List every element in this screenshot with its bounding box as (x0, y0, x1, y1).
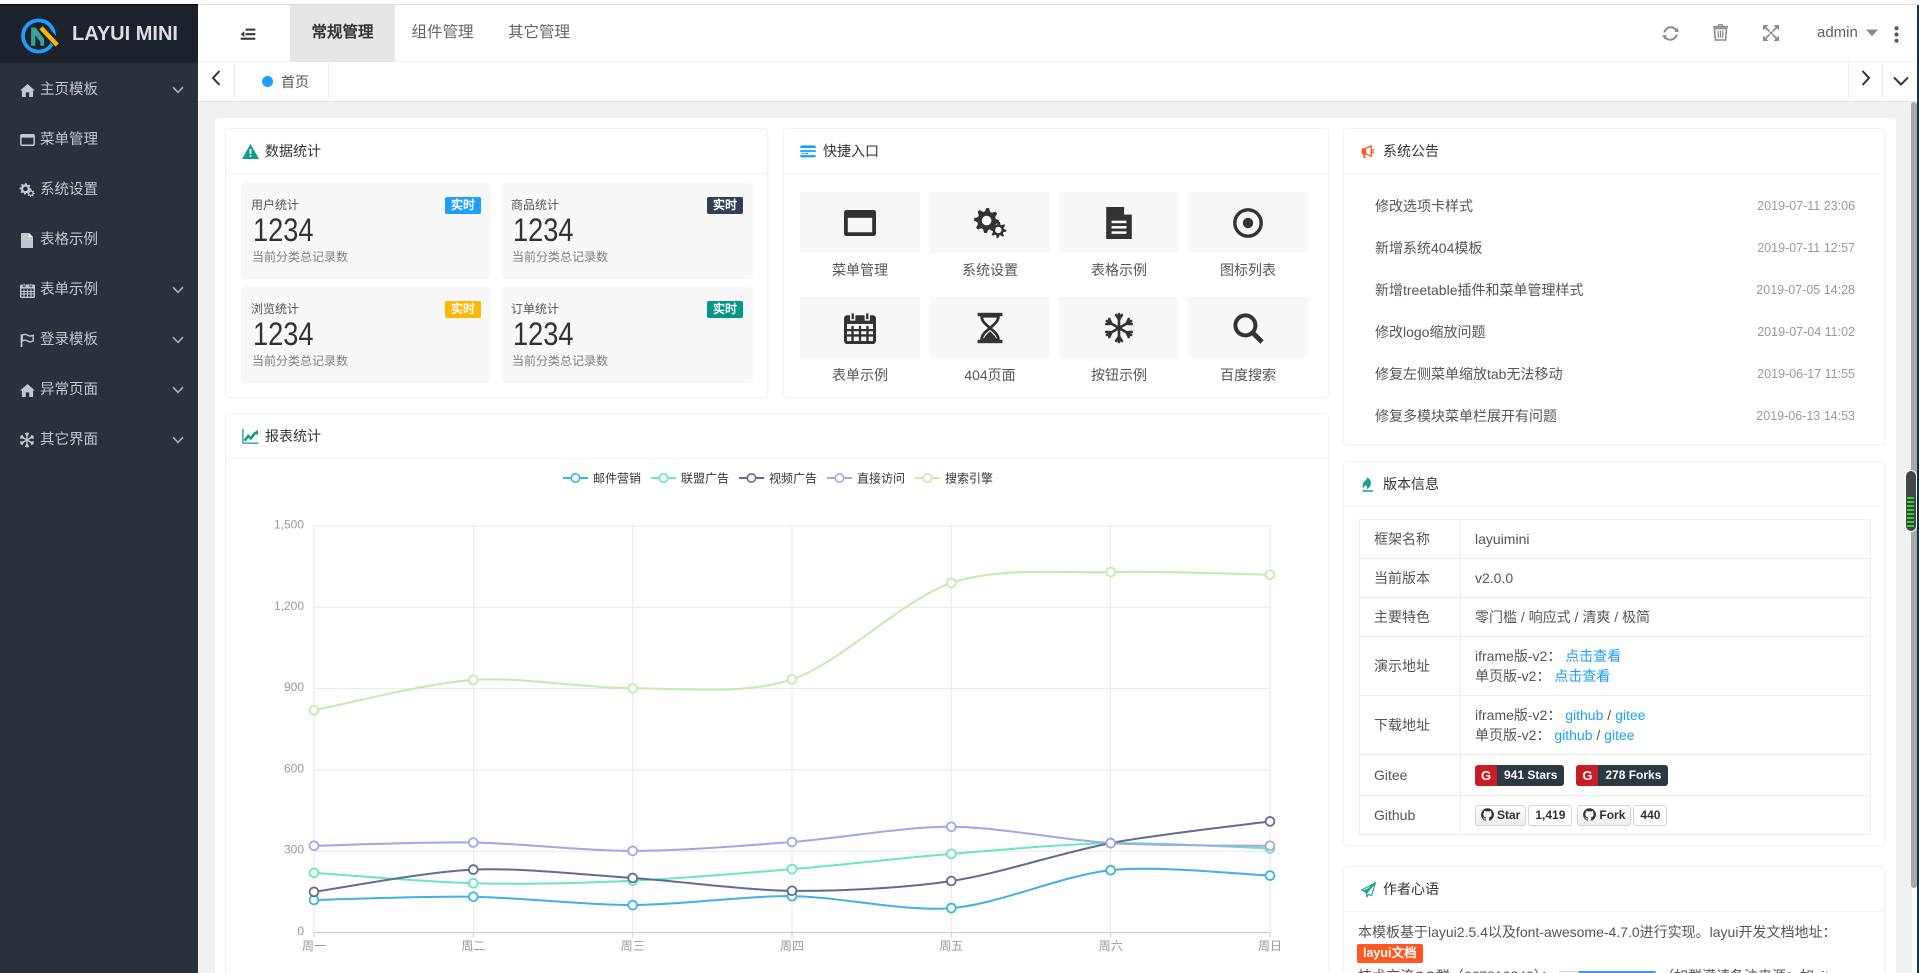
svg-text:搜索引擎: 搜索引擎 (945, 471, 993, 486)
svg-text:邮件营销: 邮件营销 (593, 472, 641, 486)
svg-text:周二: 周二 (461, 939, 485, 953)
svg-text:直接访问: 直接访问 (857, 471, 905, 486)
svg-text:周一: 周一 (302, 939, 326, 953)
svg-text:周三: 周三 (621, 939, 645, 953)
svg-text:周六: 周六 (1099, 939, 1123, 953)
svg-text:周五: 周五 (939, 939, 963, 953)
svg-text:300: 300 (284, 843, 304, 857)
svg-text:联盟广告: 联盟广告 (681, 472, 729, 486)
svg-text:周四: 周四 (780, 939, 804, 953)
svg-text:900: 900 (284, 680, 304, 694)
svg-text:周日: 周日 (1258, 939, 1282, 953)
svg-text:0: 0 (297, 924, 304, 938)
svg-text:1,500: 1,500 (274, 518, 304, 532)
svg-text:600: 600 (284, 761, 304, 775)
svg-text:视频广告: 视频广告 (769, 471, 817, 486)
svg-text:1,200: 1,200 (274, 599, 304, 613)
